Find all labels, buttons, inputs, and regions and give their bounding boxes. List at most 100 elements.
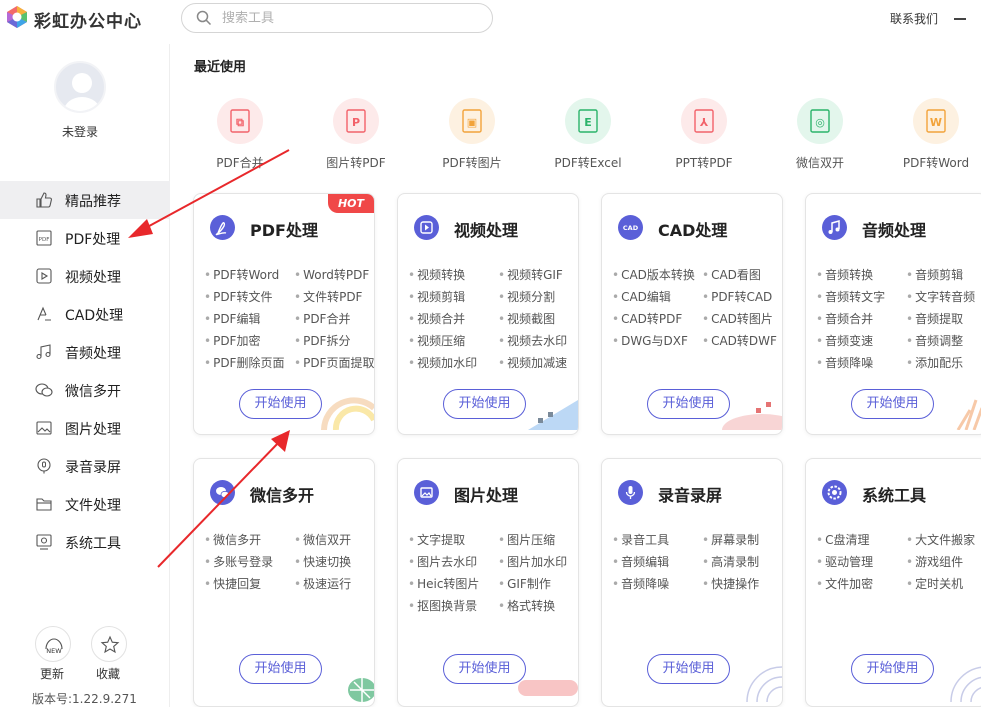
feature-item[interactable]: 视频加减速 — [498, 354, 567, 371]
feature-item[interactable]: PDF转CAD — [702, 288, 772, 305]
recent-tool-item[interactable]: W PDF转Word — [881, 98, 981, 178]
start-button[interactable]: 开始使用 — [239, 654, 322, 684]
sidebar-item-audio[interactable]: 音频处理 — [0, 333, 170, 371]
feature-item[interactable]: 音频转换 — [816, 266, 873, 283]
sidebar-item-wechat[interactable]: 微信多开 — [0, 371, 170, 409]
minimize-button[interactable] — [954, 18, 966, 20]
feature-item[interactable]: 图片去水印 — [408, 553, 477, 570]
feature-item[interactable]: GIF制作 — [498, 575, 551, 592]
recent-tool-item[interactable]: ▣ PDF转图片 — [417, 98, 527, 178]
tool-card[interactable]: 系统工具 C盘清理 大文件搬家驱动管理 游戏组件文件加密 定时关机开始使用 — [805, 458, 981, 707]
feature-item[interactable]: 文件转PDF — [294, 288, 362, 305]
feature-item[interactable]: 视频转GIF — [498, 266, 563, 283]
feature-item[interactable]: 音频合并 — [816, 310, 873, 327]
start-button[interactable]: 开始使用 — [647, 389, 730, 419]
tool-card[interactable]: 视频处理视频转换 视频转GIF 视频剪辑 视频分割视频合并 视频截图视频压缩 视频去水印视… — [397, 193, 579, 435]
feature-item[interactable]: 快速切换 — [294, 553, 351, 570]
login-status[interactable]: 未登录 — [0, 123, 160, 140]
feature-item[interactable]: PDF拆分 — [294, 332, 350, 349]
feature-item[interactable]: 屏幕录制 — [702, 531, 759, 548]
feature-item[interactable]: 微信多开 — [204, 531, 261, 548]
feature-item[interactable]: C盘清理 — [816, 531, 869, 548]
feature-item[interactable]: 视频去水印 — [498, 332, 567, 349]
favorite-button[interactable] — [91, 626, 127, 662]
feature-item[interactable]: 音频降噪 — [612, 575, 669, 592]
sidebar-item-pdf[interactable]: PDF PDF处理 — [0, 219, 170, 257]
feature-item[interactable]: PDF删除页面 — [204, 354, 284, 371]
feature-item[interactable]: 视频转换 — [408, 266, 465, 283]
feature-item[interactable]: 游戏组件 — [906, 553, 963, 570]
feature-item[interactable]: 快捷回复 — [204, 575, 261, 592]
tool-card[interactable]: 录音录屏录音工具 屏幕录制音频编辑 高清录制音频降噪 快捷操作开始使用 — [601, 458, 783, 707]
feature-item[interactable]: DWG与DXF — [612, 332, 688, 349]
feature-item[interactable]: 音频降噪 — [816, 354, 873, 371]
feature-item[interactable]: CAD转DWF — [702, 332, 777, 349]
start-button[interactable]: 开始使用 — [851, 389, 934, 419]
feature-item[interactable]: 驱动管理 — [816, 553, 873, 570]
sidebar-item-image[interactable]: 图片处理 — [0, 409, 170, 447]
feature-item[interactable]: CAD转图片 — [702, 310, 773, 327]
recent-tool-item[interactable]: P 图片转PDF — [301, 98, 411, 178]
avatar[interactable] — [54, 61, 106, 113]
feature-item[interactable]: 极速运行 — [294, 575, 351, 592]
feature-item[interactable]: 视频压缩 — [408, 332, 465, 349]
tool-card[interactable]: 音频处理音频转换 音频剪辑音频转文字 文字转音频音频合并 音频提取音频变速 音频调整音频… — [805, 193, 981, 435]
feature-item[interactable]: 音频转文字 — [816, 288, 885, 305]
sidebar-item-file[interactable]: 文件处理 — [0, 485, 170, 523]
feature-item[interactable]: 抠图换背景 — [408, 597, 477, 614]
feature-item[interactable]: 图片加水印 — [498, 553, 567, 570]
feature-item[interactable]: 音频调整 — [906, 332, 963, 349]
sidebar-item-cad[interactable]: CAD处理 — [0, 295, 170, 333]
feature-item[interactable]: Word转PDF — [294, 266, 369, 283]
sidebar-item-system[interactable]: 系统工具 — [0, 523, 170, 561]
sidebar-item-record[interactable]: 录音录屏 — [0, 447, 170, 485]
feature-item[interactable]: 文字转音频 — [906, 288, 975, 305]
feature-item[interactable]: 文字提取 — [408, 531, 465, 548]
feature-item[interactable]: PDF合并 — [294, 310, 350, 327]
feature-item[interactable]: 音频编辑 — [612, 553, 669, 570]
recent-tool-item[interactable]: ⅄ PPT转PDF — [649, 98, 759, 178]
feature-item[interactable]: 定时关机 — [906, 575, 963, 592]
feature-item[interactable]: 音频剪辑 — [906, 266, 963, 283]
recent-tool-item[interactable]: ◎ 微信双开 — [765, 98, 875, 178]
start-button[interactable]: 开始使用 — [851, 654, 934, 684]
recent-tool-item[interactable]: ⧉ PDF合并 — [185, 98, 295, 178]
feature-item[interactable]: PDF转文件 — [204, 288, 272, 305]
tool-card[interactable]: 微信多开微信多开微信双开多账号登录快速切换快捷回复极速运行开始使用 — [193, 458, 375, 707]
feature-item[interactable]: 文件加密 — [816, 575, 873, 592]
feature-item[interactable]: 视频合并 — [408, 310, 465, 327]
feature-item[interactable]: 多账号登录 — [204, 553, 273, 570]
search-box[interactable] — [181, 3, 493, 33]
feature-item[interactable]: PDF页面提取 — [294, 354, 374, 371]
feature-item[interactable]: CAD编辑 — [612, 288, 671, 305]
feature-item[interactable]: 录音工具 — [612, 531, 669, 548]
feature-item[interactable]: PDF转Word — [204, 266, 279, 283]
feature-item[interactable]: CAD版本转换 — [612, 266, 695, 283]
search-input[interactable] — [222, 8, 472, 28]
recent-tool-item[interactable]: E PDF转Excel — [533, 98, 643, 178]
feature-item[interactable]: PDF加密 — [204, 332, 260, 349]
feature-item[interactable]: CAD转PDF — [612, 310, 682, 327]
feature-item[interactable]: 微信双开 — [294, 531, 351, 548]
feature-item[interactable]: 图片压缩 — [498, 531, 555, 548]
feature-item[interactable]: PDF编辑 — [204, 310, 260, 327]
feature-item[interactable]: 高清录制 — [702, 553, 759, 570]
tool-card[interactable]: CAD CAD处理 CAD版本转换 CAD看图 CAD编辑 PDF转CAD CAD转PDF C… — [601, 193, 783, 435]
contact-us-link[interactable]: 联系我们 — [890, 10, 938, 27]
start-button[interactable]: 开始使用 — [647, 654, 730, 684]
feature-item[interactable]: 视频剪辑 — [408, 288, 465, 305]
tool-card[interactable]: PDF处理 HOT PDF转Word Word转PDF PDF转文件 文件转PDF PDF编… — [193, 193, 375, 435]
feature-item[interactable]: 音频提取 — [906, 310, 963, 327]
start-button[interactable]: 开始使用 — [239, 389, 322, 419]
feature-item[interactable]: 视频分割 — [498, 288, 555, 305]
feature-item[interactable]: 视频截图 — [498, 310, 555, 327]
feature-item[interactable]: 快捷操作 — [702, 575, 759, 592]
feature-item[interactable]: 视频加水印 — [408, 354, 477, 371]
tool-card[interactable]: 图片处理文字提取 图片压缩图片去水印 图片加水印 Heic转图片 GIF制作抠图换背景 格… — [397, 458, 579, 707]
start-button[interactable]: 开始使用 — [443, 389, 526, 419]
sidebar-item-video[interactable]: 视频处理 — [0, 257, 170, 295]
feature-item[interactable]: CAD看图 — [702, 266, 761, 283]
sidebar-item-recommended[interactable]: 精品推荐 — [0, 181, 170, 219]
feature-item[interactable]: 大文件搬家 — [906, 531, 975, 548]
feature-item[interactable]: Heic转图片 — [408, 575, 479, 592]
